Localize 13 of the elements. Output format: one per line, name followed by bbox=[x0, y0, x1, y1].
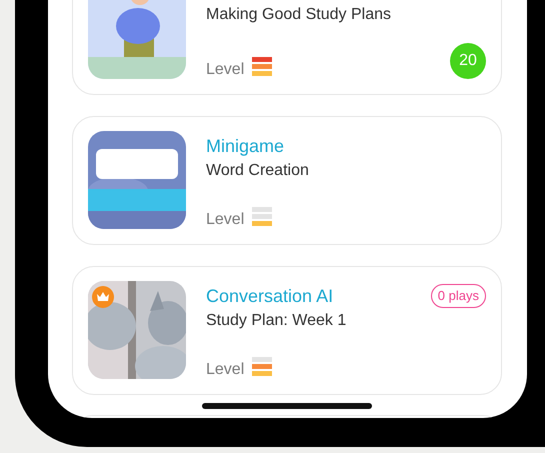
score-badge: 20 bbox=[450, 43, 486, 79]
lesson-type: Conversation AI bbox=[206, 285, 334, 307]
level-label: Level bbox=[206, 361, 244, 379]
lesson-type: Minigame bbox=[206, 135, 286, 157]
lesson-title: Word Creation bbox=[206, 161, 309, 181]
lesson-card[interactable]: Conversation AI Study Plan: Week 1 0 plays Level bbox=[72, 266, 502, 395]
lesson-card[interactable]: Making Good Study Plans Level 20 bbox=[72, 0, 502, 95]
lesson-card[interactable]: Minigame Word Creation Level bbox=[72, 116, 502, 245]
level-label: Level bbox=[206, 211, 244, 229]
lesson-title: Making Good Study Plans bbox=[206, 5, 391, 25]
lesson-title: Study Plan: Week 1 bbox=[206, 311, 346, 331]
plays-badge: 0 plays bbox=[430, 284, 486, 308]
level-label: Level bbox=[206, 61, 244, 79]
